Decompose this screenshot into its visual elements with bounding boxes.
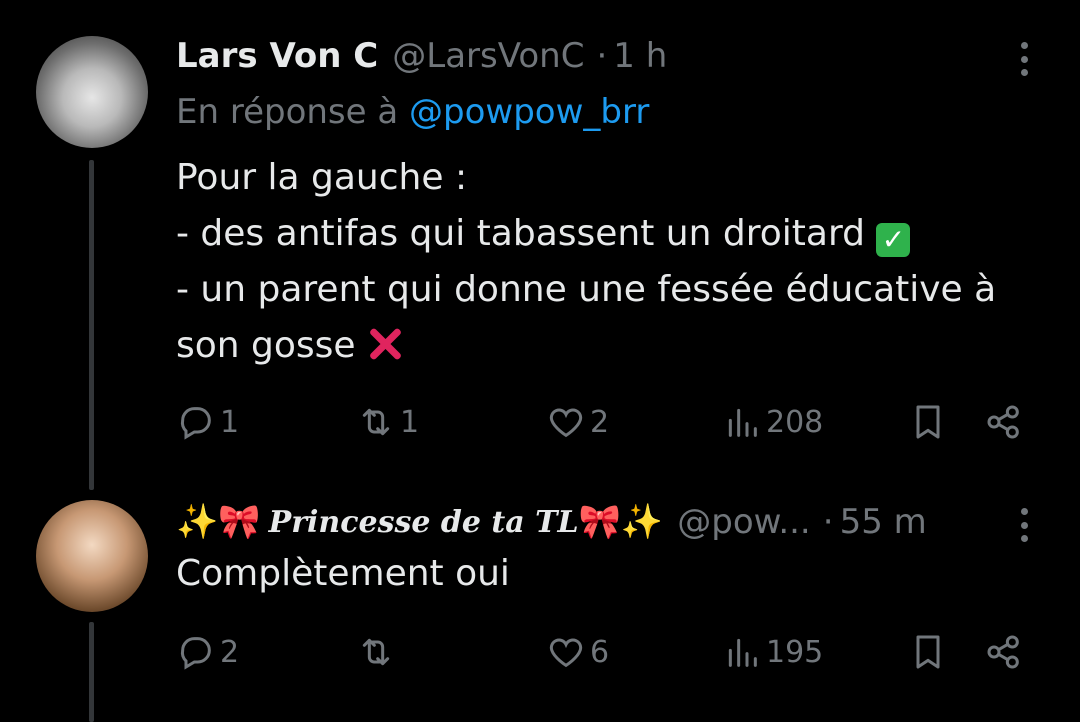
reply-icon bbox=[180, 637, 211, 670]
reply-count: 2 bbox=[220, 634, 240, 670]
tweet-line: Pour la gauche : bbox=[176, 157, 468, 198]
name-emoji-suffix: 🎀✨ bbox=[578, 502, 664, 542]
display-name[interactable]: Princesse de ta TL bbox=[269, 505, 579, 540]
more-icon[interactable] bbox=[1018, 508, 1030, 542]
retweet-button[interactable] bbox=[356, 628, 400, 676]
tweet-text: Pour la gauche : - des antifas qui tabas… bbox=[176, 150, 1050, 374]
like-count: 2 bbox=[590, 404, 610, 440]
tweet-line: Complètement oui bbox=[176, 553, 510, 594]
handle[interactable]: @LarsVonC bbox=[392, 36, 584, 76]
tweet-header: ✨🎀 Princesse de ta TL 🎀✨ @pow... · 55 m bbox=[176, 500, 1010, 544]
avatar[interactable] bbox=[36, 36, 148, 148]
view-count: 208 bbox=[766, 404, 824, 440]
reply-mention-link[interactable]: @powpow_brr bbox=[409, 92, 649, 132]
tweet[interactable]: ✨🎀 Princesse de ta TL 🎀✨ @pow... · 55 m … bbox=[0, 470, 1080, 722]
reply-icon bbox=[180, 407, 211, 440]
check-mark-icon: ✓ bbox=[876, 223, 911, 257]
views-button[interactable]: 208 bbox=[722, 398, 823, 446]
view-count: 195 bbox=[766, 634, 824, 670]
avatar[interactable] bbox=[36, 500, 148, 612]
like-button[interactable]: 2 bbox=[546, 398, 609, 446]
retweet-button[interactable]: 1 bbox=[356, 398, 419, 446]
handle[interactable]: @pow... bbox=[677, 502, 811, 542]
bookmark-button[interactable] bbox=[908, 628, 948, 676]
views-button[interactable]: 195 bbox=[722, 628, 823, 676]
more-icon[interactable] bbox=[1018, 42, 1030, 76]
views-icon bbox=[728, 408, 757, 437]
bookmark-button[interactable] bbox=[908, 398, 948, 446]
tweet-line: - des antifas qui tabassent un droitard bbox=[176, 213, 865, 254]
heart-icon bbox=[549, 408, 583, 438]
retweet-icon bbox=[362, 638, 390, 666]
reply-button[interactable]: 1 bbox=[176, 398, 239, 446]
action-bar: 2 6 195 bbox=[176, 628, 1030, 676]
bookmark-icon bbox=[916, 635, 940, 669]
share-icon bbox=[987, 405, 1019, 439]
share-button[interactable] bbox=[984, 398, 1024, 446]
tweet-line: son gosse bbox=[176, 325, 356, 366]
display-name[interactable]: Lars Von C bbox=[176, 36, 378, 76]
reply-count: 1 bbox=[220, 404, 240, 440]
action-bar: 1 1 2 208 bbox=[176, 398, 1030, 446]
tweet-text: Complètement oui bbox=[176, 546, 1050, 602]
timestamp[interactable]: 55 m bbox=[840, 502, 927, 542]
retweet-count: 1 bbox=[400, 404, 420, 440]
thread-line bbox=[89, 160, 94, 490]
name-emoji-prefix: ✨🎀 bbox=[176, 502, 261, 542]
like-count: 6 bbox=[590, 634, 610, 670]
tweet[interactable]: Lars Von C @LarsVonC · 1 h En réponse à … bbox=[0, 0, 1080, 490]
reply-prefix: En réponse à bbox=[176, 92, 399, 132]
retweet-icon bbox=[362, 408, 390, 436]
reply-button[interactable]: 2 bbox=[176, 628, 239, 676]
share-button[interactable] bbox=[984, 628, 1024, 676]
timestamp[interactable]: 1 h bbox=[613, 36, 667, 76]
share-icon bbox=[987, 635, 1019, 669]
separator-dot: · bbox=[596, 36, 608, 76]
separator-dot: · bbox=[822, 502, 834, 542]
heart-icon bbox=[549, 638, 583, 668]
reply-to: En réponse à @powpow_brr bbox=[176, 92, 649, 132]
thread-line bbox=[89, 622, 94, 722]
cross-mark-icon bbox=[367, 326, 403, 362]
tweet-header: Lars Von C @LarsVonC · 1 h bbox=[176, 34, 1010, 78]
tweet-line: - un parent qui donne une fessée éducati… bbox=[176, 269, 997, 310]
bookmark-icon bbox=[916, 405, 940, 439]
views-icon bbox=[728, 638, 757, 667]
like-button[interactable]: 6 bbox=[546, 628, 609, 676]
